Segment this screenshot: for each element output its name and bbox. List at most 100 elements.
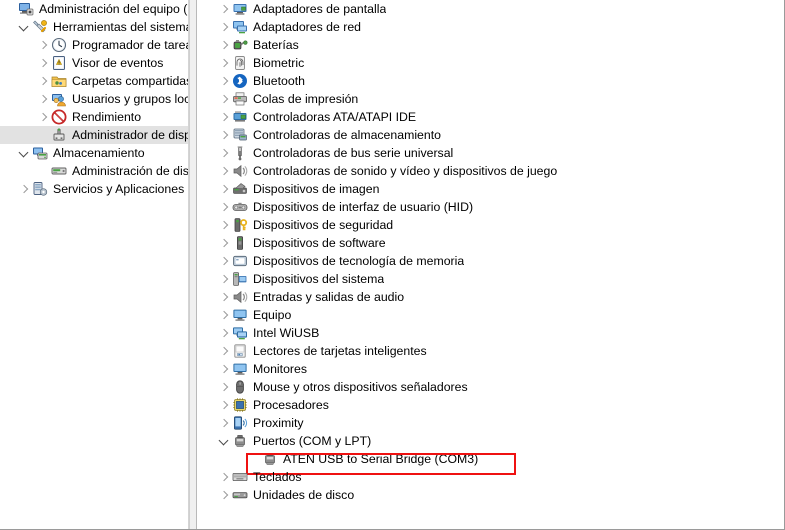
- device-tree-item[interactable]: Dispositivos de tecnología de memoria: [198, 252, 783, 270]
- device-tree-item[interactable]: Dispositivos del sistema: [198, 270, 783, 288]
- device-tree-item[interactable]: Dispositivos de imagen: [198, 180, 783, 198]
- chevron-right-icon[interactable]: [35, 108, 50, 126]
- console-tree-item[interactable]: Rendimiento: [0, 108, 188, 126]
- chevron-right-icon[interactable]: [16, 180, 31, 198]
- console-item-label: Rendimiento: [72, 110, 142, 124]
- device-item-label: Proximity: [253, 416, 304, 430]
- chevron-right-icon[interactable]: [216, 108, 231, 126]
- device-tree-item[interactable]: Adaptadores de pantalla: [198, 0, 783, 18]
- device-item-label: Monitores: [253, 362, 307, 376]
- chevron-right-icon[interactable]: [216, 0, 231, 18]
- chevron-right-icon[interactable]: [216, 54, 231, 72]
- chevron-right-icon[interactable]: [216, 234, 231, 252]
- chevron-right-icon[interactable]: [216, 414, 231, 432]
- chevron-right-icon[interactable]: [216, 18, 231, 36]
- ide-controller-icon: [231, 109, 249, 125]
- device-tree-item[interactable]: Teclados: [198, 468, 783, 486]
- device-tree-item[interactable]: Controladoras ATA/ATAPI IDE: [198, 108, 783, 126]
- chevron-right-icon[interactable]: [216, 342, 231, 360]
- device-tree-item[interactable]: Entradas y salidas de audio: [198, 288, 783, 306]
- device-tree[interactable]: Adaptadores de pantalla Adaptadores de re…: [198, 0, 783, 504]
- chevron-right-icon[interactable]: [216, 90, 231, 108]
- device-tree-item[interactable]: Puertos (COM y LPT): [198, 432, 783, 450]
- chevron-right-icon[interactable]: [216, 162, 231, 180]
- chevron-right-icon[interactable]: [216, 198, 231, 216]
- console-item-label: Herramientas del sistema: [53, 20, 188, 34]
- device-tree-item[interactable]: Intel WiUSB: [198, 324, 783, 342]
- chevron-right-icon[interactable]: [216, 396, 231, 414]
- device-item-label: Adaptadores de pantalla: [253, 2, 387, 16]
- device-tree-item[interactable]: Procesadores: [198, 396, 783, 414]
- device-tree-item[interactable]: Controladoras de sonido y vídeo y dispos…: [198, 162, 783, 180]
- storage-controller-icon: [231, 127, 249, 143]
- mouse-icon: [231, 379, 249, 395]
- device-tree-item[interactable]: Adaptadores de red: [198, 18, 783, 36]
- chevron-right-icon[interactable]: [216, 126, 231, 144]
- chevron-down-icon[interactable]: [16, 18, 31, 36]
- device-tree-item[interactable]: Mouse y otros dispositivos señaladores: [198, 378, 783, 396]
- console-tree-item[interactable]: Administración de disc: [0, 162, 188, 180]
- console-tree-item[interactable]: Administración del equipo (loc: [0, 0, 188, 18]
- console-tree-item[interactable]: Herramientas del sistema: [0, 18, 188, 36]
- device-tree-item[interactable]: Controladoras de almacenamiento: [198, 126, 783, 144]
- device-item-label: Bluetooth: [253, 74, 305, 88]
- task-scheduler-icon: [50, 37, 68, 53]
- chevron-right-icon[interactable]: [216, 486, 231, 504]
- computer-management-window: Administración del equipo (loc Herramient…: [0, 0, 785, 530]
- chevron-right-icon[interactable]: [216, 378, 231, 396]
- chevron-right-icon[interactable]: [216, 324, 231, 342]
- chevron-right-icon[interactable]: [216, 270, 231, 288]
- chevron-right-icon[interactable]: [216, 306, 231, 324]
- console-item-label: Programador de tareas: [72, 38, 188, 52]
- device-item-label: Intel WiUSB: [253, 326, 320, 340]
- chevron-down-icon[interactable]: [216, 432, 231, 450]
- chevron-right-icon[interactable]: [216, 252, 231, 270]
- device-tree-item[interactable]: Colas de impresión: [198, 90, 783, 108]
- device-tree-item[interactable]: ATEN USB to Serial Bridge (COM3): [198, 450, 783, 475]
- chevron-down-icon[interactable]: [16, 144, 31, 162]
- device-manager-pane[interactable]: Adaptadores de pantalla Adaptadores de re…: [198, 0, 783, 529]
- console-tree-item[interactable]: Servicios y Aplicaciones: [0, 180, 188, 198]
- device-item-label: Unidades de disco: [253, 488, 355, 502]
- device-item-label: Controladoras de bus serie universal: [253, 146, 454, 160]
- device-tree-item[interactable]: Equipo: [198, 306, 783, 324]
- shared-folders-icon: [50, 73, 68, 89]
- chevron-right-icon[interactable]: [216, 360, 231, 378]
- device-tree-item[interactable]: Biometric: [198, 54, 783, 72]
- console-tree-item[interactable]: Usuarios y grupos local: [0, 90, 188, 108]
- device-item-label: Dispositivos de tecnología de memoria: [253, 254, 465, 268]
- device-tree-item[interactable]: Unidades de disco: [198, 486, 783, 504]
- chevron-right-icon[interactable]: [216, 216, 231, 234]
- device-tree-item[interactable]: Dispositivos de interfaz de usuario (HID…: [198, 198, 783, 216]
- console-item-label: Almacenamiento: [53, 146, 145, 160]
- chevron-right-icon[interactable]: [216, 36, 231, 54]
- device-tree-item[interactable]: Dispositivos de seguridad: [198, 216, 783, 234]
- chevron-right-icon[interactable]: [35, 90, 50, 108]
- keyboard-icon: [231, 469, 249, 485]
- console-tree-item[interactable]: Administrador de dispo: [0, 126, 188, 144]
- device-tree-item[interactable]: Lectores de tarjetas inteligentes: [198, 342, 783, 360]
- device-tree-item[interactable]: Proximity: [198, 414, 783, 432]
- device-tree-item[interactable]: Baterías: [198, 36, 783, 54]
- chevron-right-icon[interactable]: [35, 72, 50, 90]
- chevron-right-icon[interactable]: [216, 144, 231, 162]
- device-tree-item[interactable]: Dispositivos de software: [198, 234, 783, 252]
- device-item-label: Adaptadores de red: [253, 20, 362, 34]
- console-tree-pane[interactable]: Administración del equipo (loc Herramient…: [0, 0, 189, 529]
- device-tree-item[interactable]: Controladoras de bus serie universal: [198, 144, 783, 162]
- chevron-right-icon[interactable]: [216, 468, 231, 486]
- chevron-right-icon[interactable]: [216, 180, 231, 198]
- chevron-right-icon[interactable]: [216, 72, 231, 90]
- chevron-right-icon[interactable]: [35, 54, 50, 72]
- performance-icon: [50, 109, 68, 125]
- chevron-right-icon[interactable]: [35, 36, 50, 54]
- device-tree-item[interactable]: Monitores: [198, 360, 783, 378]
- console-tree-item[interactable]: Visor de eventos: [0, 54, 188, 72]
- pane-splitter[interactable]: [189, 0, 197, 529]
- console-tree[interactable]: Administración del equipo (loc Herramient…: [0, 0, 188, 198]
- device-tree-item[interactable]: Bluetooth: [198, 72, 783, 90]
- chevron-right-icon[interactable]: [216, 288, 231, 306]
- console-tree-item[interactable]: Programador de tareas: [0, 36, 188, 54]
- console-tree-item[interactable]: Almacenamiento: [0, 144, 188, 162]
- console-tree-item[interactable]: Carpetas compartidas: [0, 72, 188, 90]
